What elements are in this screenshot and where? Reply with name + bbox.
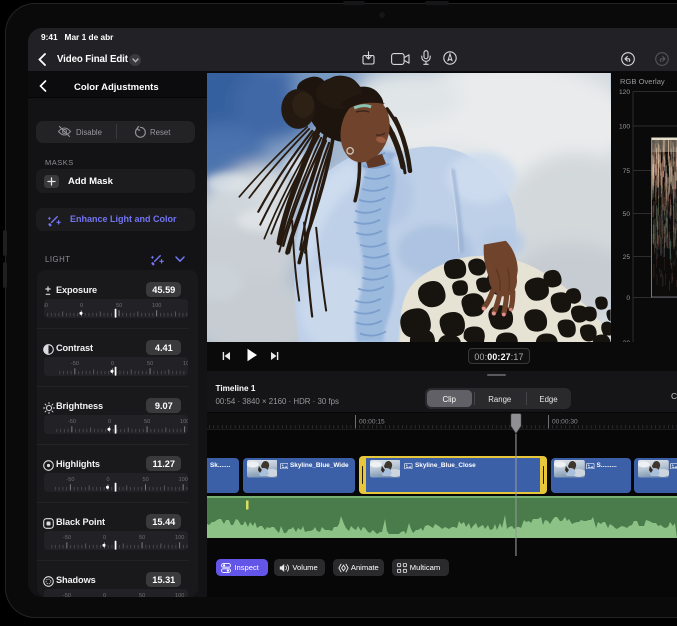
svg-text:-50: -50: [71, 361, 79, 367]
svg-text:00:00:30: 00:00:30: [552, 419, 578, 426]
svg-text:100: 100: [180, 419, 188, 425]
svg-text:25: 25: [623, 253, 631, 260]
svg-text:-50: -50: [63, 593, 71, 597]
svg-text:0: 0: [103, 593, 106, 597]
svg-text:00:00:15: 00:00:15: [359, 419, 385, 426]
svg-text:120: 120: [619, 88, 630, 95]
svg-text:100: 100: [175, 535, 184, 541]
svg-text:-50: -50: [68, 419, 76, 425]
svg-text:-50: -50: [63, 535, 71, 541]
svg-text:0: 0: [106, 477, 109, 483]
svg-text:-50: -50: [44, 303, 48, 309]
svg-text:50: 50: [116, 303, 122, 309]
svg-text:50: 50: [144, 419, 150, 425]
svg-text:50: 50: [139, 593, 145, 597]
svg-text:100: 100: [183, 361, 188, 367]
svg-text:50: 50: [147, 361, 153, 367]
svg-text:-50: -50: [66, 477, 74, 483]
svg-text:100: 100: [179, 477, 188, 483]
svg-text:0: 0: [626, 294, 630, 301]
svg-text:0: 0: [111, 361, 114, 367]
svg-text:0: 0: [108, 419, 111, 425]
svg-text:0: 0: [103, 535, 106, 541]
svg-text:50: 50: [139, 535, 145, 541]
svg-text:100: 100: [175, 593, 184, 597]
svg-text:100: 100: [619, 123, 630, 130]
svg-text:0: 0: [80, 303, 83, 309]
svg-text:75: 75: [623, 167, 631, 174]
svg-text:100: 100: [152, 303, 161, 309]
svg-text:50: 50: [623, 210, 631, 217]
svg-text:50: 50: [142, 477, 148, 483]
